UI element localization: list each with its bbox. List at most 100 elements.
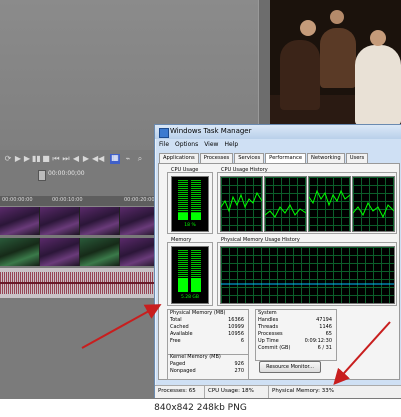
menu-help[interactable]: Help [224, 140, 238, 150]
image-caption: 840x842 248kb PNG [0, 399, 401, 417]
window-title: Windows Task Manager [170, 127, 252, 135]
loop-icon[interactable]: ⟳ [4, 155, 12, 163]
tab-services[interactable]: Services [234, 153, 265, 163]
status-processes: Processes: 65 [155, 386, 205, 398]
envelope-tool-icon[interactable]: ⌁ [124, 155, 132, 163]
cpu-core-graph [352, 176, 395, 232]
video-thumbnail [80, 207, 120, 235]
go-start-icon[interactable]: ⏮ [52, 155, 60, 163]
rewind-icon[interactable]: ◀◀ [92, 155, 104, 163]
memory-meter-label: 5.28 GB [180, 295, 200, 300]
stat-value: 1146 [319, 324, 332, 330]
stat-row: Threads 1146 [258, 324, 332, 331]
stat-row: Paged 926 [170, 361, 244, 368]
cursor-marker[interactable] [38, 170, 46, 181]
transport-controls: ⟳ ▶ ▶ ▮▮ ■ ⏮ ⏭ ◀ ▶ ◀◀ ▦ ⌁ ⌕ [0, 152, 160, 168]
stat-label: Up Time [258, 338, 279, 344]
stat-label: Total [170, 317, 182, 323]
title-bar[interactable]: Windows Task Manager [155, 125, 401, 139]
task-manager-window[interactable]: Windows Task Manager File Options View H… [154, 124, 401, 398]
system-stats: System Handles 47194 Threads 1146 Processe… [258, 310, 332, 352]
menu-file[interactable]: File [159, 140, 169, 150]
stat-row: Cached 10999 [170, 324, 244, 331]
video-track-2[interactable] [0, 238, 160, 266]
timeline-ruler[interactable]: 00:00:00:00 00:00:10:00 00:00:20:00 [0, 196, 160, 207]
resource-monitor-button[interactable]: Resource Monitor... [259, 361, 321, 373]
ruler-label: 00:00:00:00 [2, 197, 33, 203]
next-frame-icon[interactable]: ▶ [82, 155, 90, 163]
system-title: System [258, 310, 277, 316]
stat-row: Available 10956 [170, 331, 244, 338]
physical-memory-stats: Physical Memory (MB) Total 16366 Cached 10… [170, 310, 244, 345]
stat-value: 16366 [228, 317, 244, 323]
play-from-start-icon[interactable]: ▶ [14, 155, 22, 163]
stat-label: Paged [170, 361, 186, 367]
stat-value: 6 [240, 338, 244, 344]
stat-value: 10956 [228, 331, 244, 337]
zoom-tool-icon[interactable]: ⌕ [136, 155, 144, 163]
tab-strip: Applications Processes Services Performa… [159, 153, 399, 164]
stat-value: 10999 [228, 324, 244, 330]
stat-row: Processes 65 [258, 331, 332, 338]
stat-label: Processes [258, 331, 283, 337]
stat-row: Handles 47194 [258, 317, 332, 324]
stat-row: Free 6 [170, 338, 244, 345]
play-icon[interactable]: ▶ [23, 155, 31, 163]
stat-label: Available [170, 331, 193, 337]
video-thumbnail [0, 207, 40, 235]
status-cpu-usage: CPU Usage: 18% [205, 386, 269, 398]
stat-row: Total 16366 [170, 317, 244, 324]
menu-bar: File Options View Help [157, 140, 401, 150]
prev-frame-icon[interactable]: ◀ [72, 155, 80, 163]
cpu-meter: 18 % [171, 176, 209, 232]
kernel-memory-stats: Kernel Memory (MB) Paged 926 Nonpaged 270 [170, 354, 244, 375]
audio-volume-line [0, 282, 160, 284]
memory-meter: 5.28 GB [171, 246, 209, 304]
stat-row: Up Time 0:09:12:30 [258, 338, 332, 345]
video-thumbnail [40, 238, 80, 266]
stat-label: Commit (GB) [258, 345, 291, 351]
video-thumbnail [40, 207, 80, 235]
cpu-meter-label: 18 % [184, 223, 196, 228]
ruler-label: 00:00:20:00 [124, 197, 155, 203]
stat-value: 270 [234, 368, 244, 374]
stat-label: Handles [258, 317, 279, 323]
stat-label: Nonpaged [170, 368, 196, 374]
video-thumbnail [0, 238, 40, 266]
stat-value: 926 [234, 361, 244, 367]
stat-label: Free [170, 338, 181, 344]
go-end-icon[interactable]: ⏭ [62, 155, 70, 163]
tab-users[interactable]: Users [345, 153, 369, 163]
stat-value: 65 [325, 331, 332, 337]
timecode-display: 00:00:00;00 [48, 170, 85, 177]
memory-history-graph [220, 246, 395, 304]
tab-applications[interactable]: Applications [159, 153, 199, 163]
stat-label: Cached [170, 324, 189, 330]
video-track[interactable] [0, 207, 160, 235]
cpu-core-graph [264, 176, 307, 232]
menu-view[interactable]: View [204, 140, 218, 150]
performance-panel: CPU Usage 18 % CPU Usage History Memory [158, 163, 400, 380]
tab-processes[interactable]: Processes [199, 153, 234, 163]
normal-edit-tool-icon[interactable]: ▦ [110, 154, 120, 164]
menu-options[interactable]: Options [175, 140, 198, 150]
pause-icon[interactable]: ▮▮ [32, 155, 41, 163]
stop-icon[interactable]: ■ [42, 155, 50, 163]
stat-value: 47194 [316, 317, 332, 323]
timecode-row: 00:00:00;00 [0, 168, 160, 182]
stat-value: 0:09:12:30 [304, 338, 332, 344]
task-manager-icon [159, 128, 169, 138]
stat-label: Threads [258, 324, 279, 330]
kernel-memory-title: Kernel Memory (MB) [170, 354, 221, 360]
cpu-core-graph [220, 176, 263, 232]
status-bar: Processes: 65 CPU Usage: 18% Physical Me… [155, 385, 401, 398]
ruler-label: 00:00:10:00 [52, 197, 83, 203]
status-physical-memory: Physical Memory: 33% [272, 388, 334, 394]
stat-row: Nonpaged 270 [170, 368, 244, 375]
audio-track[interactable] [0, 268, 160, 298]
physical-memory-title: Physical Memory (MB) [170, 310, 226, 316]
tab-networking[interactable]: Networking [307, 153, 345, 163]
stat-value: 6 / 31 [317, 345, 332, 351]
cpu-core-graph [308, 176, 351, 232]
video-thumbnail [80, 238, 120, 266]
